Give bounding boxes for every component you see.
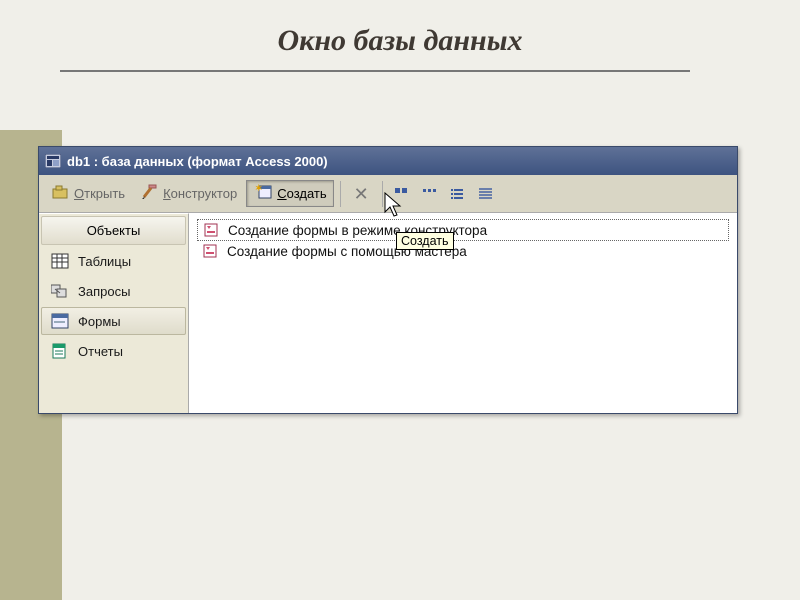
create-button[interactable]: ✶ Создать xyxy=(246,180,333,207)
view-list-button[interactable] xyxy=(445,183,471,205)
svg-text:✶: ✶ xyxy=(255,184,263,193)
tooltip: Создать xyxy=(396,232,454,250)
table-icon xyxy=(50,253,70,269)
toolbar: Открыть Конструктор ✶ Создать ✕ xyxy=(39,175,737,213)
window-titlebar: db1 : база данных (формат Access 2000) xyxy=(39,147,737,175)
sidebar-item-label: Отчеты xyxy=(78,344,123,359)
form-icon xyxy=(50,313,70,329)
create-icon: ✶ xyxy=(253,184,273,203)
database-window: db1 : база данных (формат Access 2000) О… xyxy=(38,146,738,414)
toolbar-separator-2 xyxy=(382,181,383,207)
open-icon xyxy=(52,184,70,203)
view-large-icons-button[interactable] xyxy=(389,183,415,205)
new-form-icon xyxy=(202,222,220,238)
sidebar-item-reports[interactable]: Отчеты xyxy=(41,337,186,365)
new-form-icon xyxy=(201,243,219,259)
sidebar-item-forms[interactable]: Формы xyxy=(41,307,186,335)
design-icon xyxy=(141,184,159,203)
query-icon xyxy=(50,283,70,299)
sidebar-item-label: Запросы xyxy=(78,284,130,299)
sidebar-item-tables[interactable]: Таблицы xyxy=(41,247,186,275)
open-button[interactable]: Открыть xyxy=(45,180,132,207)
database-window-icon xyxy=(45,154,61,168)
main-list: Создание формы в режиме конструктора Соз… xyxy=(189,213,737,413)
toolbar-separator xyxy=(340,181,341,207)
list-item[interactable]: Создание формы в режиме конструктора xyxy=(197,219,729,241)
sidebar-item-queries[interactable]: Запросы xyxy=(41,277,186,305)
objects-sidebar: Объекты Таблицы Запросы Формы xyxy=(39,213,189,413)
sidebar-item-label: Формы xyxy=(78,314,121,329)
view-details-button[interactable] xyxy=(473,183,499,205)
slide-title: Окно базы данных xyxy=(0,0,800,70)
create-label: Создать xyxy=(277,186,326,201)
design-button[interactable]: Конструктор xyxy=(134,180,244,207)
view-small-icons-button[interactable] xyxy=(417,183,443,205)
open-label: Открыть xyxy=(74,186,125,201)
report-icon xyxy=(50,343,70,359)
sidebar-item-label: Таблицы xyxy=(78,254,131,269)
window-body: Объекты Таблицы Запросы Формы xyxy=(39,213,737,413)
delete-button[interactable]: ✕ xyxy=(347,183,376,205)
sidebar-header: Объекты xyxy=(41,216,186,245)
window-title: db1 : база данных (формат Access 2000) xyxy=(67,154,328,169)
list-item[interactable]: Создание формы с помощью мастера xyxy=(197,241,729,261)
design-label: Конструктор xyxy=(163,186,237,201)
title-divider xyxy=(60,70,690,72)
delete-icon: ✕ xyxy=(354,187,369,201)
